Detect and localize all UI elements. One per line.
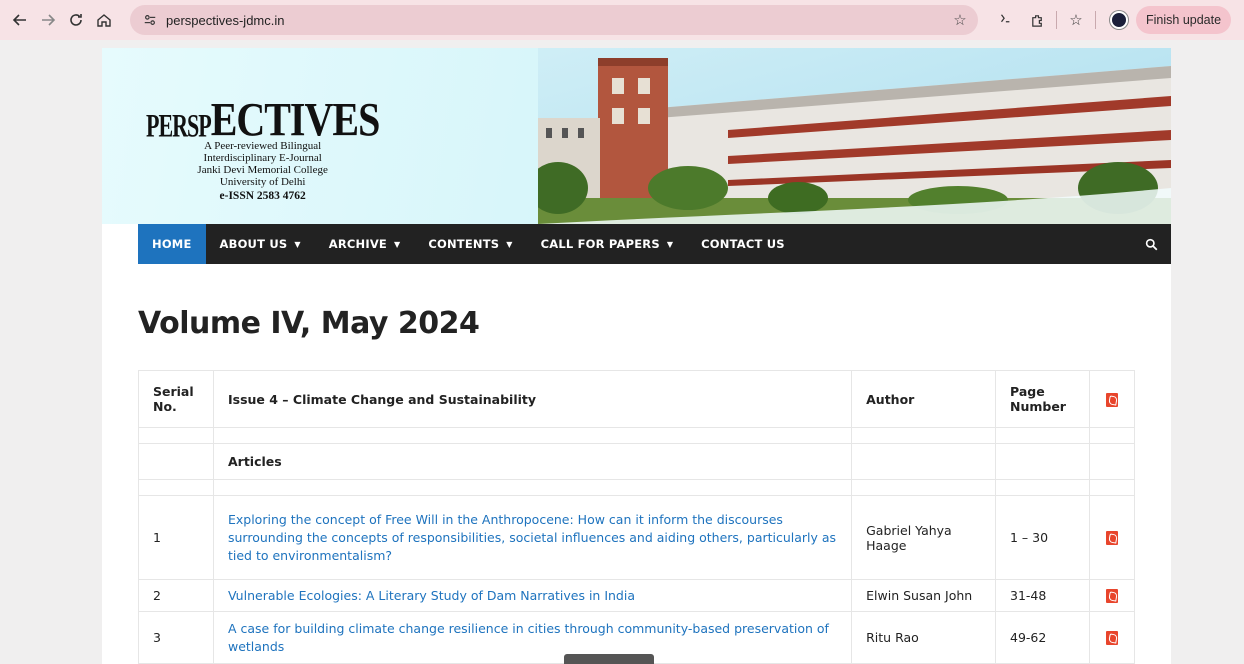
column-header-serial: Serial No.: [138, 370, 214, 428]
site-container: PERSPECTIVES A Peer-reviewed Bilingual I…: [102, 48, 1171, 664]
table-row: 2 Vulnerable Ecologies: A Literary Study…: [138, 579, 1136, 612]
nav-home[interactable]: HOME: [138, 224, 206, 264]
logo-issn: e-ISSN 2583 4762: [219, 190, 306, 202]
column-header-issue: Issue 4 – Climate Change and Sustainabil…: [212, 370, 853, 428]
logo-tagline: Interdisciplinary E-Journal: [203, 152, 322, 164]
spacer-row: [138, 427, 1136, 444]
serial-cell: 2: [138, 579, 214, 612]
lens-icon[interactable]: [992, 7, 1018, 33]
site-header: PERSPECTIVES A Peer-reviewed Bilingual I…: [102, 48, 1171, 224]
bookmark-star-icon[interactable]: ☆: [950, 10, 970, 30]
site-info-icon[interactable]: [140, 10, 160, 30]
college-building-image: [538, 48, 1171, 224]
pdf-download-icon[interactable]: [1105, 531, 1118, 546]
journal-logo[interactable]: PERSPECTIVES A Peer-reviewed Bilingual I…: [146, 92, 380, 202]
reload-icon[interactable]: [64, 8, 88, 32]
serial-cell: 1: [138, 495, 214, 580]
profile-avatar[interactable]: [1110, 11, 1128, 29]
screenshot-tooltip: [564, 654, 654, 664]
column-header-page: Page Number: [995, 370, 1090, 428]
browser-toolbar: perspectives-jdmc.in ☆ ☆ Finish update: [0, 0, 1244, 40]
home-icon[interactable]: [92, 8, 116, 32]
section-row: Articles: [138, 443, 1136, 480]
toolbar-divider: [1095, 11, 1096, 29]
author-cell: Gabriel Yahya Haage: [851, 495, 996, 580]
nav-contents[interactable]: CONTENTS ▼: [414, 224, 526, 264]
extensions-icon[interactable]: [1024, 7, 1050, 33]
chevron-down-icon: ▼: [294, 239, 301, 249]
pdf-icon: [1105, 392, 1118, 407]
page-title: Volume IV, May 2024: [138, 306, 480, 341]
column-header-author: Author: [851, 370, 996, 428]
toolbar-divider: [1056, 11, 1057, 29]
pages-cell: 31-48: [995, 579, 1090, 612]
logo-university: University of Delhi: [219, 176, 306, 188]
table-row: 1 Exploring the concept of Free Will in …: [138, 495, 1136, 580]
back-icon[interactable]: [8, 8, 32, 32]
pages-cell: 49-62: [995, 611, 1090, 664]
nav-call-for-papers[interactable]: CALL FOR PAPERS ▼: [527, 224, 688, 264]
logo-wordmark: PERSPECTIVES: [146, 92, 380, 147]
chevron-down-icon: ▼: [506, 239, 513, 249]
table-header-row: Serial No. Issue 4 – Climate Change and …: [138, 370, 1136, 428]
article-link[interactable]: Vulnerable Ecologies: A Literary Study o…: [228, 588, 635, 603]
author-cell: Ritu Rao: [851, 611, 996, 664]
nav-about-us[interactable]: ABOUT US ▼: [206, 224, 315, 264]
article-link[interactable]: A case for building climate change resil…: [228, 621, 829, 654]
logo-college: Janki Devi Memorial College: [197, 164, 328, 176]
chevron-down-icon: ▼: [394, 239, 401, 249]
nav-archive[interactable]: ARCHIVE ▼: [315, 224, 415, 264]
article-link[interactable]: Exploring the concept of Free Will in th…: [228, 512, 836, 563]
author-cell: Elwin Susan John: [851, 579, 996, 612]
serial-cell: 3: [138, 611, 214, 664]
spacer-row: [138, 479, 1136, 496]
forward-icon[interactable]: [36, 8, 60, 32]
nav-contact-us[interactable]: CONTACT US: [687, 224, 799, 264]
pdf-download-icon[interactable]: [1105, 589, 1118, 604]
main-navbar: HOME ABOUT US ▼ ARCHIVE ▼ CONTENTS ▼ CALL F…: [138, 224, 1171, 264]
pages-cell: 1 – 30: [995, 495, 1090, 580]
column-header-pdf: [1088, 370, 1136, 428]
url-text[interactable]: perspectives-jdmc.in: [166, 13, 950, 28]
pdf-download-icon[interactable]: [1105, 631, 1118, 646]
chevron-down-icon: ▼: [666, 239, 674, 249]
address-bar[interactable]: perspectives-jdmc.in ☆: [130, 5, 978, 35]
finish-update-button[interactable]: Finish update: [1136, 6, 1232, 34]
search-icon[interactable]: [1131, 224, 1171, 264]
section-label: Articles: [212, 443, 853, 480]
bookmarks-icon[interactable]: ☆: [1063, 7, 1089, 33]
contents-table: Serial No. Issue 4 – Climate Change and …: [138, 370, 1136, 664]
